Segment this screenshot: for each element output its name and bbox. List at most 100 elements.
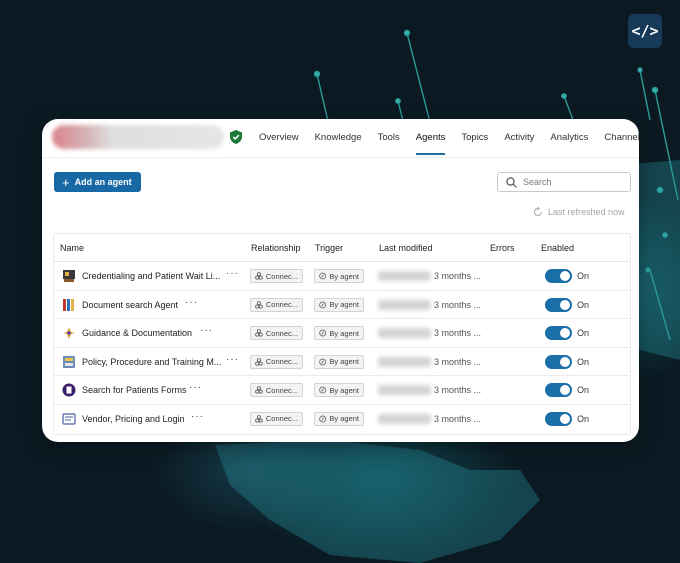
tab-channels[interactable]: Channels [604,119,639,157]
blurred-modifier [378,299,431,310]
modified-time: 3 months ... [434,328,482,339]
trigger-badge: By agent [314,411,364,426]
agent-name[interactable]: Policy, Procedure and Training M... [82,357,221,367]
plus-icon: + [62,174,70,190]
trigger-icon [319,301,327,309]
enabled-label: On [577,328,590,339]
credentialing-icon [63,270,75,282]
trigger-icon [319,329,327,337]
more-options-icon[interactable]: ··· [226,268,239,279]
tab-knowledge[interactable]: Knowledge [315,119,362,157]
tab-tools[interactable]: Tools [378,119,400,157]
column-enabled[interactable]: Enabled [541,243,574,253]
search-input[interactable]: Search [497,172,631,192]
blurred-modifier [378,413,431,424]
table-row[interactable]: Vendor, Pricing and Login ··· Connec... … [54,405,630,434]
table-row[interactable]: Policy, Procedure and Training M... ··· … [54,348,630,377]
tab-activity[interactable]: Activity [504,119,534,157]
table-row[interactable]: Guidance & Documentation ··· Connec... B… [54,319,630,348]
relationship-badge: Connec... [250,269,303,283]
table-header: Name Relationship Trigger Last modified … [54,234,630,262]
column-relationship[interactable]: Relationship [251,243,301,253]
code-badge-icon: </> [628,14,662,48]
nav-tabs: Overview Knowledge Tools Agents Topics A… [259,119,639,157]
blurred-modifier [378,385,431,396]
connected-icon [255,386,263,394]
trigger-icon [319,358,327,366]
agents-panel: Overview Knowledge Tools Agents Topics A… [42,119,639,442]
more-options-icon[interactable]: ··· [191,411,204,422]
trigger-badge: By agent [314,297,364,312]
add-agent-button[interactable]: + Add an agent [54,172,141,192]
blurred-modifier [378,356,431,367]
agent-name[interactable]: Guidance & Documentation [82,328,192,338]
divider [42,157,639,158]
relationship-badge: Connec... [250,354,303,369]
connected-icon [255,272,263,280]
enabled-label: On [577,413,590,424]
connected-icon [255,329,263,337]
trigger-icon [319,415,327,423]
table-row[interactable]: Search for Patients Forms ··· Connec... … [54,376,630,405]
more-options-icon[interactable]: ··· [226,354,239,365]
modified-time: 3 months ... [434,271,482,281]
enabled-label: On [577,271,590,281]
table-row[interactable]: Credentialing and Patient Wait Li... ···… [54,262,630,291]
tab-topics[interactable]: Topics [461,119,488,157]
tab-agents[interactable]: Agents [415,119,445,157]
policy-icon [63,355,75,368]
agent-name[interactable]: Document search Agent [82,300,178,310]
enabled-toggle[interactable] [545,383,572,398]
top-bar: Overview Knowledge Tools Agents Topics A… [42,119,639,157]
agent-name[interactable]: Search for Patients Forms [82,385,187,395]
modified-time: 3 months ... [434,356,482,367]
trigger-icon [319,386,327,394]
more-options-icon[interactable]: ··· [189,382,202,393]
refresh-label: Last refreshed now [548,207,625,217]
trigger-icon [319,272,327,280]
document-search-icon [63,298,74,311]
modified-time: 3 months ... [434,413,482,424]
trigger-badge: By agent [314,269,364,283]
relationship-badge: Connec... [250,383,303,398]
trigger-badge: By agent [314,354,364,369]
refresh-status[interactable]: Last refreshed now [533,207,625,217]
search-placeholder: Search [523,177,552,187]
tab-overview[interactable]: Overview [259,119,299,157]
search-icon [506,176,517,188]
add-agent-label: Add an agent [74,177,132,187]
refresh-icon [534,207,542,216]
connected-icon [255,415,263,423]
blurred-agent-title [52,125,224,149]
blurred-modifier [378,328,431,339]
tab-analytics[interactable]: Analytics [550,119,588,157]
relationship-badge: Connec... [250,411,303,426]
trigger-badge: By agent [314,383,364,398]
more-options-icon[interactable]: ··· [200,325,213,336]
column-name[interactable]: Name [60,243,84,253]
relationship-badge: Connec... [250,297,303,312]
relationship-badge: Connec... [250,326,303,341]
column-trigger[interactable]: Trigger [315,243,343,253]
shield-check-icon [230,130,242,144]
enabled-toggle[interactable] [545,354,572,369]
more-options-icon[interactable]: ··· [185,297,198,308]
enabled-toggle[interactable] [545,269,572,283]
trigger-badge: By agent [314,326,364,341]
enabled-label: On [577,299,590,310]
modified-time: 3 months ... [434,385,482,396]
agent-name[interactable]: Vendor, Pricing and Login [82,414,185,424]
vendor-icon [62,413,76,425]
patient-forms-icon [62,383,76,397]
enabled-toggle[interactable] [545,411,572,426]
blurred-modifier [378,271,431,281]
column-last-modified[interactable]: Last modified [379,243,433,253]
connected-icon [255,358,263,366]
enabled-toggle[interactable] [545,326,572,341]
agent-name[interactable]: Credentialing and Patient Wait Li... [82,271,220,281]
table-row[interactable]: Document search Agent ··· Connec... By a… [54,291,630,320]
enabled-toggle[interactable] [545,297,572,312]
agents-table: Name Relationship Trigger Last modified … [53,233,631,435]
column-errors[interactable]: Errors [490,243,515,253]
enabled-label: On [577,385,590,396]
